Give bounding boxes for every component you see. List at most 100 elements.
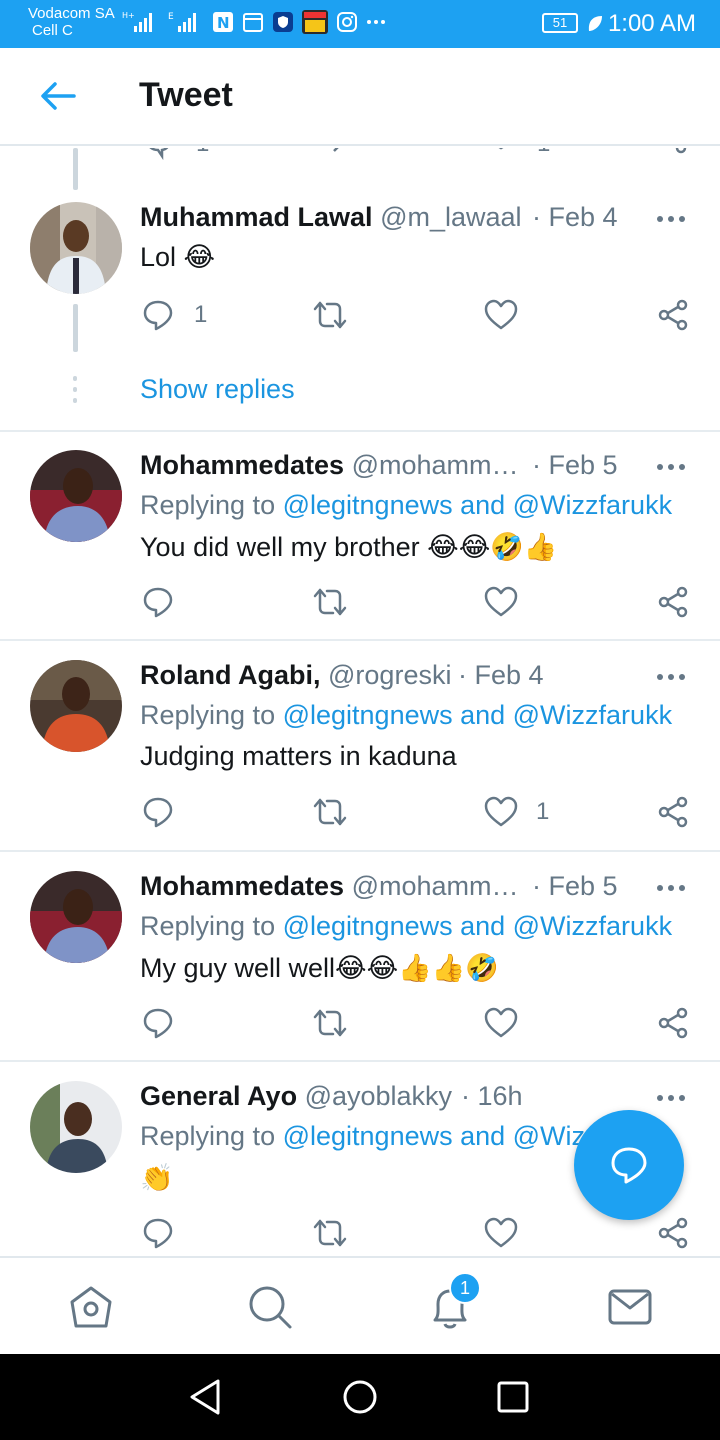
status-icons: H+ E N	[122, 10, 386, 34]
like-count: 1	[537, 148, 550, 158]
like-icon[interactable]	[484, 148, 518, 160]
tweet-card[interactable]: Mohammedates @mohamm… · Feb 5 Replying t…	[0, 450, 720, 640]
like-icon[interactable]	[484, 586, 518, 618]
home-circle-icon[interactable]	[342, 1378, 378, 1416]
svg-text:N: N	[217, 14, 230, 32]
reply-fab-button[interactable]	[574, 1110, 684, 1220]
author-name[interactable]: Muhammad Lawal	[140, 202, 373, 232]
more-icon[interactable]	[657, 216, 687, 224]
replying-mentions[interactable]: @legitngnews and @Wizzfarukk	[283, 700, 672, 730]
reply-count: 1	[194, 301, 208, 328]
thread-line	[73, 148, 78, 190]
reply-icon[interactable]	[142, 1007, 174, 1039]
like-icon[interactable]	[484, 1007, 518, 1039]
tweet-card[interactable]: Mohammedates @mohamm… · Feb 5 Replying t…	[0, 871, 720, 1061]
svg-text:H+: H+	[122, 11, 135, 20]
power-saving-icon	[588, 16, 602, 31]
author-name[interactable]: Mohammedates	[140, 871, 344, 901]
avatar[interactable]	[30, 660, 122, 752]
signal-icon: H+	[122, 11, 152, 32]
compose-reply-icon	[611, 1147, 647, 1184]
reply-icon[interactable]	[142, 148, 174, 160]
notification-badge: 1	[449, 1272, 481, 1304]
calendar-icon	[243, 13, 263, 32]
divider	[0, 850, 720, 852]
like-icon[interactable]	[484, 299, 518, 331]
retweet-icon[interactable]	[313, 1007, 347, 1039]
more-icon[interactable]	[657, 674, 687, 682]
tweet-text: Lol 😂	[140, 242, 216, 272]
carrier-1: Vodacom SA	[28, 5, 115, 22]
avatar[interactable]	[30, 450, 122, 542]
instagram-icon	[337, 12, 357, 32]
replying-prefix: Replying to	[140, 1121, 283, 1151]
retweet-icon[interactable]	[313, 796, 347, 828]
page-title: Tweet	[139, 76, 233, 114]
replying-prefix: Replying to	[140, 911, 283, 941]
replying-mentions[interactable]: @legitngnews and @Wizzfarukk	[283, 490, 672, 520]
author-handle[interactable]: @ayoblakky	[305, 1081, 452, 1111]
divider	[0, 430, 720, 432]
avatar[interactable]	[30, 1081, 122, 1173]
share-icon[interactable]	[657, 148, 689, 160]
signal-2-icon: E	[168, 12, 196, 32]
tweet-date: · Feb 4	[532, 202, 618, 232]
replying-mentions[interactable]: @legitngnews and @Wizzfarukk	[283, 911, 672, 941]
retweet-icon[interactable]	[313, 299, 347, 331]
reply-icon[interactable]	[142, 1217, 174, 1249]
author-handle[interactable]: @mohamm…	[352, 871, 519, 901]
retweet-icon[interactable]	[313, 586, 347, 618]
author-name[interactable]: General Ayo	[140, 1081, 297, 1111]
tweet-card[interactable]: Muhammad Lawal @m_lawaal · Feb 4 Lol 😂 1	[0, 202, 720, 352]
author-handle[interactable]: @mohamm…	[352, 450, 519, 480]
share-icon[interactable]	[657, 299, 689, 331]
replying-to: Replying to @legitngnews and @Wizzfarukk	[140, 911, 672, 942]
share-icon[interactable]	[657, 586, 689, 618]
author-handle[interactable]: @rogreski	[328, 660, 451, 690]
tweet-feed[interactable]: 1 1 Muhammad Lawal @m_lawaal · Feb 4 Lol…	[0, 148, 720, 1256]
show-replies-link[interactable]: Show replies	[140, 374, 295, 405]
battery-icon: 51	[542, 13, 578, 33]
author-handle[interactable]: @m_lawaal	[380, 202, 521, 232]
reply-icon[interactable]	[142, 586, 174, 618]
system-nav-bar	[0, 1354, 720, 1440]
avatar[interactable]	[30, 871, 122, 963]
avatar[interactable]	[30, 202, 122, 294]
retweet-icon[interactable]	[313, 1217, 347, 1249]
reply-icon[interactable]	[142, 796, 174, 828]
more-icon[interactable]	[657, 464, 687, 472]
recents-square-icon[interactable]	[496, 1378, 530, 1416]
search-icon[interactable]	[245, 1282, 295, 1332]
more-icon[interactable]	[657, 885, 687, 893]
back-triangle-icon[interactable]	[188, 1378, 222, 1416]
author-name[interactable]: Mohammedates	[140, 450, 344, 480]
tweet-date: · Feb 5	[532, 871, 618, 901]
reply-icon[interactable]	[142, 299, 174, 331]
tweet-text: You did well my brother 😂😂🤣👍	[140, 532, 558, 562]
like-icon[interactable]	[484, 1217, 518, 1249]
share-icon[interactable]	[657, 1007, 689, 1039]
replying-to: Replying to @legitngnews and @Wizzfarukk	[140, 700, 672, 731]
carrier-2: Cell C	[32, 22, 73, 39]
retweet-icon[interactable]	[313, 148, 347, 160]
tweet-actions: 1	[0, 299, 720, 335]
tweet-date: · Feb 4	[458, 660, 544, 690]
tweet-header: Roland Agabi, @rogreski	[140, 660, 700, 696]
thread-line	[73, 304, 78, 352]
tweet-date: · 16h	[461, 1081, 523, 1111]
messages-icon[interactable]	[605, 1282, 655, 1332]
status-bar: Vodacom SA Cell C H+ E N 51 1:00 AM	[0, 0, 720, 48]
tweet-card[interactable]: Roland Agabi, @rogreski · Feb 4 Replying…	[0, 660, 720, 850]
author-name[interactable]: Roland Agabi,	[140, 660, 321, 690]
divider	[0, 639, 720, 641]
replying-prefix: Replying to	[140, 700, 283, 730]
tweet-text: My guy well well😂😂👍👍🤣	[140, 953, 500, 983]
tweet-actions	[0, 586, 720, 622]
arrow-left-icon[interactable]	[40, 80, 76, 112]
clock: 1:00 AM	[607, 10, 696, 37]
share-icon[interactable]	[657, 1217, 689, 1249]
like-icon[interactable]	[484, 796, 518, 828]
share-icon[interactable]	[657, 796, 689, 828]
more-icon[interactable]	[657, 1095, 687, 1103]
home-icon[interactable]	[66, 1282, 116, 1332]
